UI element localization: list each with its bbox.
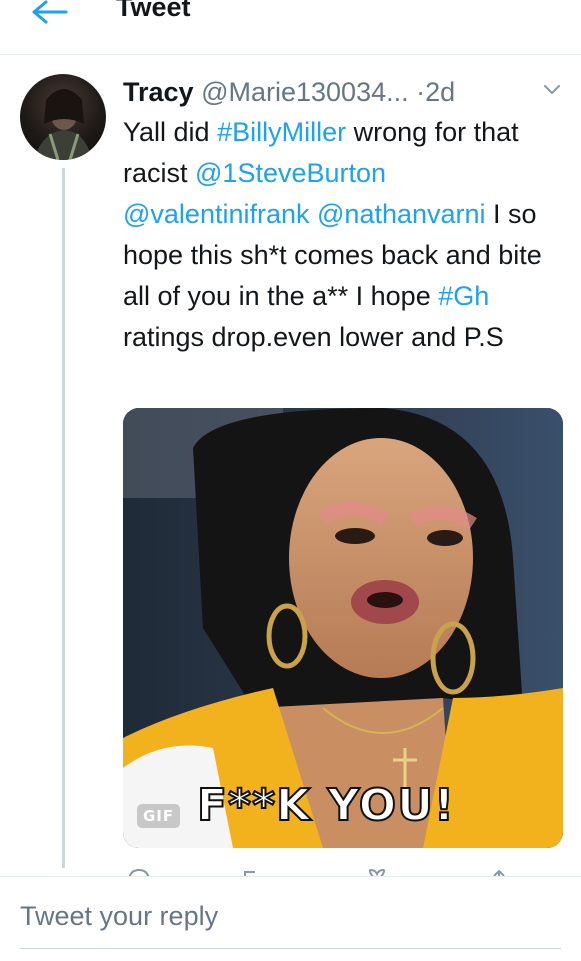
avatar-image [34, 89, 92, 160]
gif-media[interactable]: GIF F**K YOU! [123, 408, 563, 848]
hashtag-link[interactable]: #Gh [438, 281, 489, 311]
gif-badge: GIF [137, 804, 181, 828]
hashtag-link[interactable]: #BillyMiller [217, 117, 346, 147]
mention-link[interactable]: @1SteveBurton [195, 158, 386, 188]
tweet-text-part: ratings drop.even lower and P.S [123, 322, 504, 352]
tweet-text: Yall did #BillyMiller wrong for that rac… [123, 112, 568, 358]
author-name[interactable]: Tracy [123, 77, 194, 107]
gif-caption: F**K YOU! [196, 779, 455, 832]
tweet-text-part [310, 199, 318, 229]
mention-link[interactable]: @nathanvarni [317, 199, 486, 229]
reply-composer: Tweet your reply [0, 876, 581, 961]
mention-link[interactable]: @valentinifrank [123, 199, 310, 229]
chevron-down-icon[interactable] [543, 84, 561, 96]
thread-connector-line [62, 168, 65, 868]
avatar[interactable] [20, 74, 106, 160]
tweet-text-part: Yall did [123, 117, 218, 147]
top-bar: Tweet [0, 0, 581, 55]
tweet-header: Tracy @Marie130034... ·2d [123, 72, 573, 112]
reply-input[interactable]: Tweet your reply [20, 901, 561, 949]
page-title: Tweet [116, 0, 191, 22]
author-handle[interactable]: @Marie130034... [201, 77, 409, 107]
tweet-separator: · [416, 77, 426, 107]
tweet-timestamp[interactable]: 2d [425, 77, 455, 107]
arrow-left-icon[interactable] [30, 0, 70, 26]
